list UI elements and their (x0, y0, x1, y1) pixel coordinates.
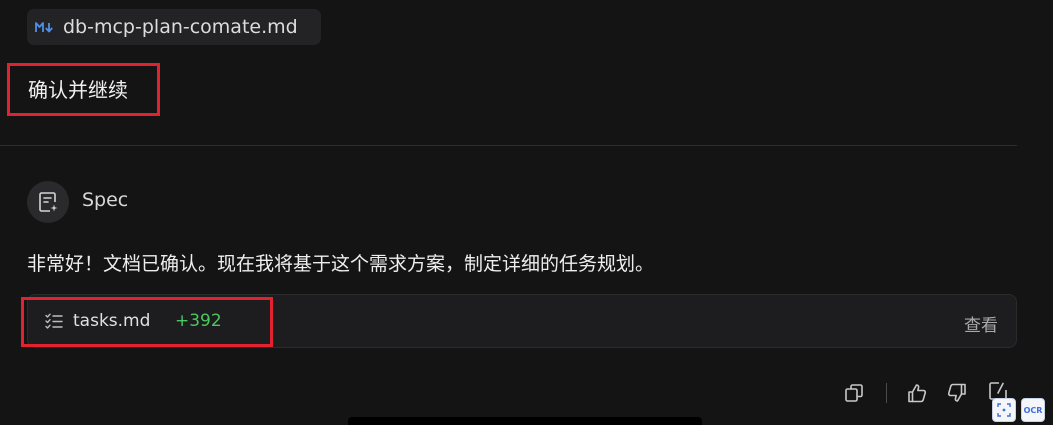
toolbar-separator (886, 383, 887, 403)
thumbs-down-icon[interactable] (946, 382, 968, 404)
scan-icon (997, 403, 1011, 417)
spec-document-icon (39, 192, 58, 212)
ocr-button[interactable]: OCR (1021, 398, 1045, 422)
task-list-icon (45, 313, 63, 329)
agent-avatar (27, 181, 69, 223)
markdown-icon (35, 22, 53, 33)
ocr-label: OCR (1023, 405, 1043, 415)
view-file-button[interactable]: 查看 (964, 311, 998, 336)
message-divider (0, 145, 1017, 146)
user-message: 确认并继续 (7, 63, 160, 116)
agent-name: Spec (82, 189, 129, 211)
user-message-text: 确认并继续 (28, 78, 128, 102)
agent-response-text: 非常好！文档已确认。现在我将基于这个需求方案，制定详细的任务规划。 (27, 253, 655, 275)
attachment-chip[interactable]: db-mcp-plan-comate.md (27, 9, 321, 45)
screenshot-capture-button[interactable] (992, 398, 1016, 422)
thumbs-up-icon[interactable] (906, 382, 928, 404)
chat-panel: db-mcp-plan-comate.md 确认并继续 Spec 非常好！文档已… (0, 0, 1053, 425)
attachment-file-name: db-mcp-plan-comate.md (63, 16, 298, 38)
task-file-additions: +392 (175, 311, 222, 331)
bottom-overlay-bar (348, 417, 702, 425)
task-file-name[interactable]: tasks.md (73, 311, 150, 331)
copy-icon[interactable] (843, 382, 865, 404)
